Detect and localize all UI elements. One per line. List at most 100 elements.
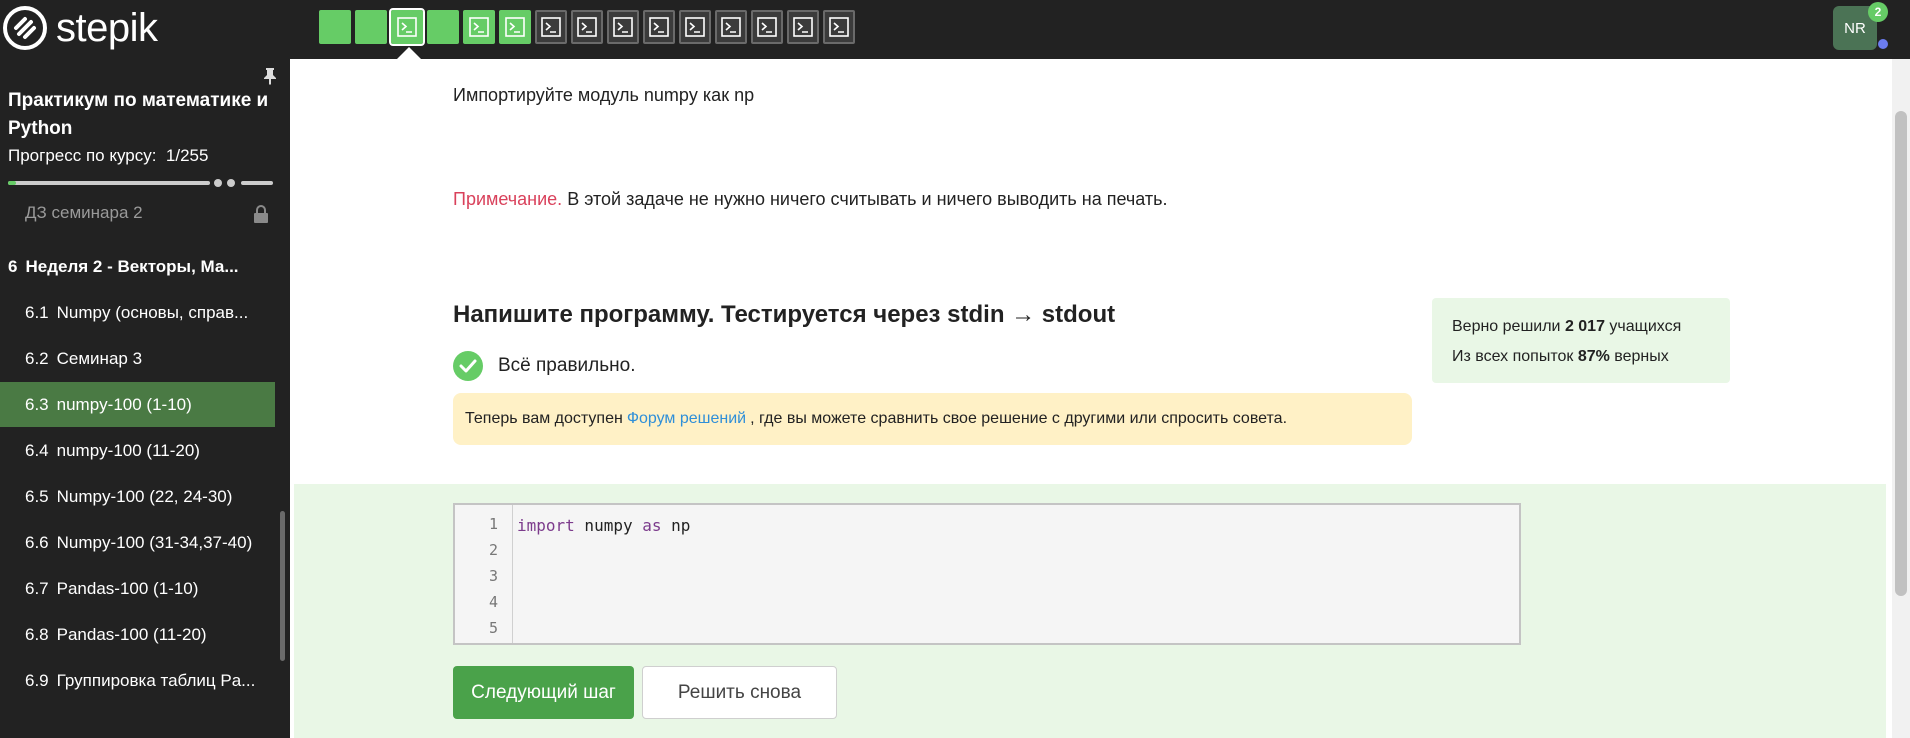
step-11[interactable] xyxy=(679,10,711,44)
terminal-icon xyxy=(613,17,633,37)
scrollbar-thumb[interactable] xyxy=(1895,111,1907,596)
terminal-icon xyxy=(793,17,813,37)
step-8[interactable] xyxy=(571,10,603,44)
sidebar-lesson-item[interactable]: 6.9 Группировка таблиц Pa... xyxy=(0,658,275,703)
line-number: 2 xyxy=(488,541,498,559)
line-number: 4 xyxy=(488,593,498,611)
stats-solved-prefix: Верно решили xyxy=(1452,318,1565,335)
course-sidebar: Практикум по математике и Python Прогрес… xyxy=(0,59,290,738)
terminal-icon xyxy=(757,17,777,37)
sidebar-lesson-item[interactable]: ДЗ семинара 2 xyxy=(0,190,275,235)
retry-button[interactable]: Решить снова xyxy=(642,666,837,719)
code-keyword: import xyxy=(517,516,575,535)
forum-notice: Теперь вам доступен Форум решений , где … xyxy=(453,393,1412,445)
sidebar-lesson-item[interactable]: 6.5 Numpy-100 (22, 24-30) xyxy=(0,474,275,519)
lesson-number: 6 xyxy=(8,256,18,276)
step-13[interactable] xyxy=(751,10,783,44)
terminal-icon xyxy=(577,17,597,37)
step-15[interactable] xyxy=(823,10,855,44)
line-number: 3 xyxy=(488,567,498,585)
sidebar-lesson-item[interactable]: 6.2 Семинар 3 xyxy=(0,336,275,381)
step-4[interactable] xyxy=(427,10,459,44)
sidebar-lesson-item[interactable]: 6 Неделя 2 - Векторы, Ма... xyxy=(0,244,275,289)
step-3[interactable] xyxy=(389,8,425,46)
stepik-logo-icon xyxy=(3,6,47,50)
progress-value: 1/255 xyxy=(165,146,209,165)
progress-track xyxy=(8,181,210,185)
solve-stats: Верно решили 2 017 учащихся Из всех попы… xyxy=(1432,298,1730,383)
terminal-icon xyxy=(469,17,489,37)
forum-link[interactable]: Форум решений xyxy=(627,410,746,428)
line-number-gutter: 1 2 3 4 5 xyxy=(455,505,513,643)
stats-success-rate: Из всех попыток 87% верных xyxy=(1452,342,1730,372)
lesson-label: Группировка таблиц Pa... xyxy=(56,670,256,690)
top-bar: stepik NR 2 xyxy=(0,0,1910,59)
lesson-label: Numpy (основы, справ... xyxy=(56,302,249,322)
page-scrollbar[interactable] xyxy=(1892,59,1910,738)
lesson-label: Семинар 3 xyxy=(56,348,143,368)
lesson-label: numpy-100 (1-10) xyxy=(56,394,192,414)
step-7[interactable] xyxy=(535,10,567,44)
check-icon xyxy=(453,351,483,381)
lesson-number: 6.3 xyxy=(25,394,49,414)
sidebar-lesson-item[interactable]: 6.7 Pandas-100 (1-10) xyxy=(0,566,275,611)
stats-rate-value: 87% xyxy=(1577,348,1610,365)
stats-solved-count: 2 017 xyxy=(1564,318,1605,335)
code-editor[interactable]: 1 2 3 4 5 import numpy as np xyxy=(453,503,1521,645)
logo-text: stepik xyxy=(56,6,158,50)
step-6[interactable] xyxy=(499,10,531,44)
note-text: В этой задаче не нужно ничего считывать … xyxy=(562,189,1168,209)
submission-status: Всё правильно. xyxy=(453,351,635,381)
terminal-icon xyxy=(829,17,849,37)
step-5[interactable] xyxy=(463,10,495,44)
line-number: 5 xyxy=(488,619,498,637)
sidebar-lesson-item[interactable]: 6.6 Numpy-100 (31-34,37-40) xyxy=(0,520,275,565)
stats-rate-prefix: Из всех попыток xyxy=(1452,348,1578,365)
sidebar-lesson-item[interactable]: 6.1 Numpy (основы, справ... xyxy=(0,290,275,335)
lesson-label: ДЗ семинара 2 xyxy=(25,202,143,222)
lesson-label: numpy-100 (11-20) xyxy=(56,440,200,460)
status-dot xyxy=(1878,39,1888,49)
sidebar-scrollbar[interactable] xyxy=(280,511,285,661)
lesson-label: Pandas-100 (11-20) xyxy=(56,624,207,644)
sidebar-lesson-item[interactable]: 6.3 numpy-100 (1-10) xyxy=(0,382,275,427)
task-note: Примечание. В этой задаче не нужно ничег… xyxy=(453,189,1168,210)
terminal-icon xyxy=(541,17,561,37)
course-progress: Прогресс по курсу: 1/255 xyxy=(8,146,208,166)
lesson-number: 6.6 xyxy=(25,532,49,552)
progress-fill xyxy=(8,181,16,185)
step-2[interactable] xyxy=(355,10,387,44)
stepik-logo[interactable]: stepik xyxy=(2,4,158,52)
step-9[interactable] xyxy=(607,10,639,44)
code-text: numpy xyxy=(574,516,643,535)
next-step-button[interactable]: Следующий шаг xyxy=(453,666,634,719)
pin-icon[interactable] xyxy=(262,67,278,85)
terminal-icon xyxy=(505,17,525,37)
step-1[interactable] xyxy=(319,10,351,44)
lesson-label: Numpy-100 (31-34,37-40) xyxy=(56,532,253,552)
lesson-number: 6.8 xyxy=(25,624,49,644)
stats-solved: Верно решили 2 017 учащихся xyxy=(1452,312,1730,342)
note-label: Примечание. xyxy=(453,189,563,209)
status-text: Всё правильно. xyxy=(498,355,636,376)
progress-dot xyxy=(214,179,222,187)
code-line[interactable]: import numpy as np xyxy=(517,516,690,535)
terminal-icon xyxy=(685,17,705,37)
step-12[interactable] xyxy=(715,10,747,44)
step-navigation xyxy=(319,8,855,46)
step-content: Импортируйте модуль numpy как np Примеча… xyxy=(290,59,1892,738)
sidebar-lesson-item[interactable]: 6.4 numpy-100 (11-20) xyxy=(0,428,275,473)
course-title[interactable]: Практикум по математике и Python xyxy=(8,87,278,143)
lock-icon xyxy=(254,205,268,223)
notification-count: 2 xyxy=(1874,5,1882,19)
current-step-pointer xyxy=(397,47,421,59)
lesson-number: 6.5 xyxy=(25,486,49,506)
forum-prefix: Теперь вам доступен xyxy=(465,410,623,427)
step-10[interactable] xyxy=(643,10,675,44)
notification-badge[interactable]: 2 xyxy=(1868,2,1888,22)
stats-solved-suffix: учащихся xyxy=(1604,318,1682,335)
sidebar-lesson-item[interactable]: 6.8 Pandas-100 (11-20) xyxy=(0,612,275,657)
forum-suffix: , где вы можете сравнить свое решение с … xyxy=(750,410,1288,427)
progress-label: Прогресс по курсу: xyxy=(8,146,157,165)
step-14[interactable] xyxy=(787,10,819,44)
